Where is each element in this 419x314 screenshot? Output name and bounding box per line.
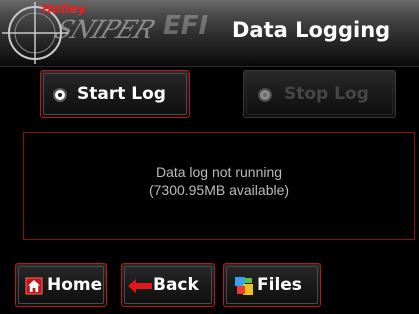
status-panel: Data log not running (7300.95MB availabl…: [23, 132, 415, 240]
header-bar: Holley SNIPER EFI Data Logging: [0, 0, 419, 67]
status-message: Data log not running: [155, 164, 283, 180]
radio-button-icon: [258, 88, 272, 102]
brand-efi-logo: EFI: [163, 11, 209, 41]
home-label: Home: [47, 275, 103, 295]
back-button[interactable]: Back: [121, 263, 215, 307]
back-arrow-icon: [128, 279, 152, 293]
files-label: Files: [257, 275, 302, 295]
storage-available-text: (7300.95MB available): [148, 182, 290, 198]
stop-log-label: Stop Log: [284, 84, 369, 104]
home-button[interactable]: Home: [15, 263, 107, 307]
files-icon: [235, 277, 253, 295]
back-label: Back: [153, 275, 199, 295]
brand-holley-logo: Holley: [42, 2, 87, 16]
stop-log-button[interactable]: Stop Log: [243, 70, 396, 118]
brand-sniper-logo: SNIPER: [50, 15, 159, 44]
start-log-label: Start Log: [77, 84, 166, 104]
home-icon: [25, 277, 43, 295]
page-title: Data Logging: [232, 18, 391, 42]
start-log-button[interactable]: Start Log: [40, 70, 190, 118]
data-logging-screen: Holley SNIPER EFI Data Logging Start Log…: [0, 0, 419, 314]
radio-button-icon: [53, 88, 67, 102]
files-button[interactable]: Files: [223, 263, 321, 307]
